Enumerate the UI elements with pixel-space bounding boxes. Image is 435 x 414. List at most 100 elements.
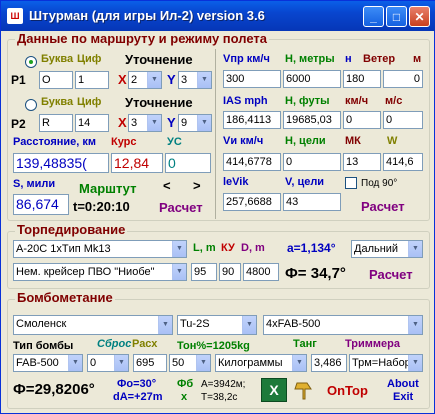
rash-input[interactable]: 695 — [133, 354, 167, 372]
ontop-button[interactable]: OnTop — [327, 383, 368, 398]
route-group-title: Данные по маршруту и режиму полета — [15, 31, 269, 46]
pod90-checkbox[interactable] — [345, 177, 357, 189]
t-value: T=38,2c — [201, 392, 238, 403]
sbros-select[interactable]: 0 ▼ — [87, 354, 129, 372]
bomb-type-select[interactable]: FAB-500 ▼ — [13, 354, 83, 372]
chevron-down-icon: ▼ — [172, 241, 186, 257]
yc-value[interactable]: 0 — [165, 153, 211, 173]
window-title: Штурман (для игры Ил-2) version 3.6 — [29, 8, 265, 23]
chevron-down-icon: ▼ — [114, 355, 128, 371]
torpedo-target-select[interactable]: Нем. крейсер ПВО "Ниобе" ▼ — [13, 263, 187, 281]
p1-x-select[interactable]: 2 ▼ — [128, 71, 162, 89]
smiles-value[interactable]: 86,674 — [13, 194, 69, 215]
p1-number-input[interactable]: 1 — [75, 71, 109, 89]
phi0-value: Фо=30° — [117, 378, 157, 390]
n-input[interactable]: 180 — [343, 70, 381, 88]
vpr-input[interactable]: 300 — [223, 70, 281, 88]
p1-y-label: Y — [167, 72, 176, 87]
wind-label: Ветер — [363, 53, 396, 65]
p1-y-select[interactable]: 3 ▼ — [178, 71, 212, 89]
ias-value[interactable]: 186,4113 — [223, 111, 281, 129]
torpedo-phi-value: Ф= 34,7° — [285, 265, 346, 282]
wind-input[interactable]: 0 — [383, 70, 423, 88]
pod90-label: Под 90° — [361, 178, 398, 189]
distance-value[interactable]: 139,48835( — [13, 153, 109, 173]
torpedo-range-select[interactable]: Дальний ▼ — [351, 240, 423, 258]
da-value: dA=+27m — [113, 391, 163, 403]
w-value[interactable]: 414,6 — [383, 153, 423, 171]
wind-ms-value[interactable]: 0 — [383, 111, 423, 129]
chevron-down-icon: ▼ — [68, 355, 82, 371]
close-button[interactable]: ✕ — [409, 6, 430, 27]
n-label: н — [345, 53, 352, 65]
kmh-label: км/ч — [345, 95, 369, 107]
torpedo-plane-select[interactable]: A-20C 1xTип Mk13 ▼ — [13, 240, 187, 258]
trim-label: Триммера — [345, 338, 401, 350]
phib-label: Фб — [177, 378, 194, 390]
ky-label: КУ — [221, 242, 235, 254]
d-label: D, m — [241, 242, 265, 254]
calc-torpedo-button[interactable]: Расчет — [369, 267, 413, 282]
h-target-input[interactable]: 0 — [283, 153, 341, 171]
p2-y-select[interactable]: 9 ▼ — [178, 114, 212, 132]
l-input[interactable]: 95 — [191, 263, 217, 281]
utochnenie-label-2: Уточнение — [125, 95, 193, 110]
fifty-select[interactable]: 50 ▼ — [169, 354, 211, 372]
v-target-input[interactable]: 43 — [283, 193, 341, 211]
x-label: x — [181, 391, 188, 403]
trim-select[interactable]: Трм=Набор ▼ — [349, 354, 423, 372]
p2-radio[interactable] — [25, 99, 37, 111]
calc-route-button[interactable]: Расчет — [159, 200, 203, 215]
minimize-button[interactable]: _ — [363, 6, 384, 27]
prev-route-button[interactable]: < — [163, 178, 171, 193]
flight-time: t=0:20:10 — [73, 199, 130, 214]
route-divider — [215, 49, 216, 219]
chevron-down-icon: ▼ — [408, 355, 422, 371]
yc-label: УС — [167, 136, 182, 148]
excel-icon[interactable]: X — [261, 378, 287, 402]
w-label: W — [387, 135, 398, 147]
p1-letter-input[interactable]: O — [39, 71, 73, 89]
cifr-label-1: Циф — [77, 53, 102, 65]
next-route-button[interactable]: > — [193, 178, 201, 193]
calc-flight-button[interactable]: Расчет — [361, 199, 405, 214]
wind-kmh-value[interactable]: 0 — [343, 111, 381, 129]
p2-label: P2 — [11, 117, 26, 131]
city-select[interactable]: Смоленск ▼ — [13, 315, 173, 335]
h-feet-value[interactable]: 19685,03 — [283, 111, 341, 129]
plane-select[interactable]: Tu-2S ▼ — [177, 315, 257, 335]
h-meters-input[interactable]: 6000 — [283, 70, 341, 88]
p1-label: P1 — [11, 73, 26, 87]
vi-value[interactable]: 414,6778 — [223, 153, 281, 171]
mk-value[interactable]: 13 — [343, 153, 381, 171]
chevron-down-icon: ▼ — [172, 264, 186, 280]
p1-radio[interactable] — [25, 56, 37, 68]
chevron-down-icon: ▼ — [408, 241, 422, 257]
alpha-value: a=1,134° — [287, 241, 336, 255]
chevron-down-icon: ▼ — [147, 115, 161, 131]
title-bar[interactable]: Ш Штурман (для игры Ил-2) version 3.6 _ … — [1, 1, 435, 31]
cifr-label-2: Циф — [77, 96, 102, 108]
levik-value[interactable]: 257,6688 — [223, 193, 281, 211]
l-label: L, m — [193, 242, 216, 254]
d-input[interactable]: 4800 — [243, 263, 279, 281]
torpedo-group-title: Торпедирование — [15, 222, 128, 237]
p2-number-input[interactable]: 14 — [75, 114, 109, 132]
chevron-down-icon: ▼ — [197, 115, 211, 131]
exit-button[interactable]: Exit — [393, 391, 413, 404]
tang-label: Танг — [293, 338, 317, 350]
marshrut-label: Марштут — [79, 181, 137, 196]
ky-input[interactable]: 90 — [219, 263, 241, 281]
ias-label: IAS mph — [223, 95, 268, 107]
ontop-pin-icon[interactable] — [293, 379, 315, 401]
tang-input[interactable]: 3,486 — [311, 354, 347, 372]
maximize-button[interactable]: □ — [386, 6, 407, 27]
p2-x-select[interactable]: 3 ▼ — [128, 114, 162, 132]
ms-label: м/с — [385, 95, 403, 107]
vi-label: Vи км/ч — [223, 135, 264, 147]
p2-letter-input[interactable]: R — [39, 114, 73, 132]
unit-select[interactable]: Килограммы ▼ — [215, 354, 307, 372]
course-value[interactable]: 12,84 — [111, 153, 163, 173]
about-button[interactable]: About — [387, 378, 419, 391]
bomb-load-select[interactable]: 4xFAB-500 ▼ — [263, 315, 423, 335]
